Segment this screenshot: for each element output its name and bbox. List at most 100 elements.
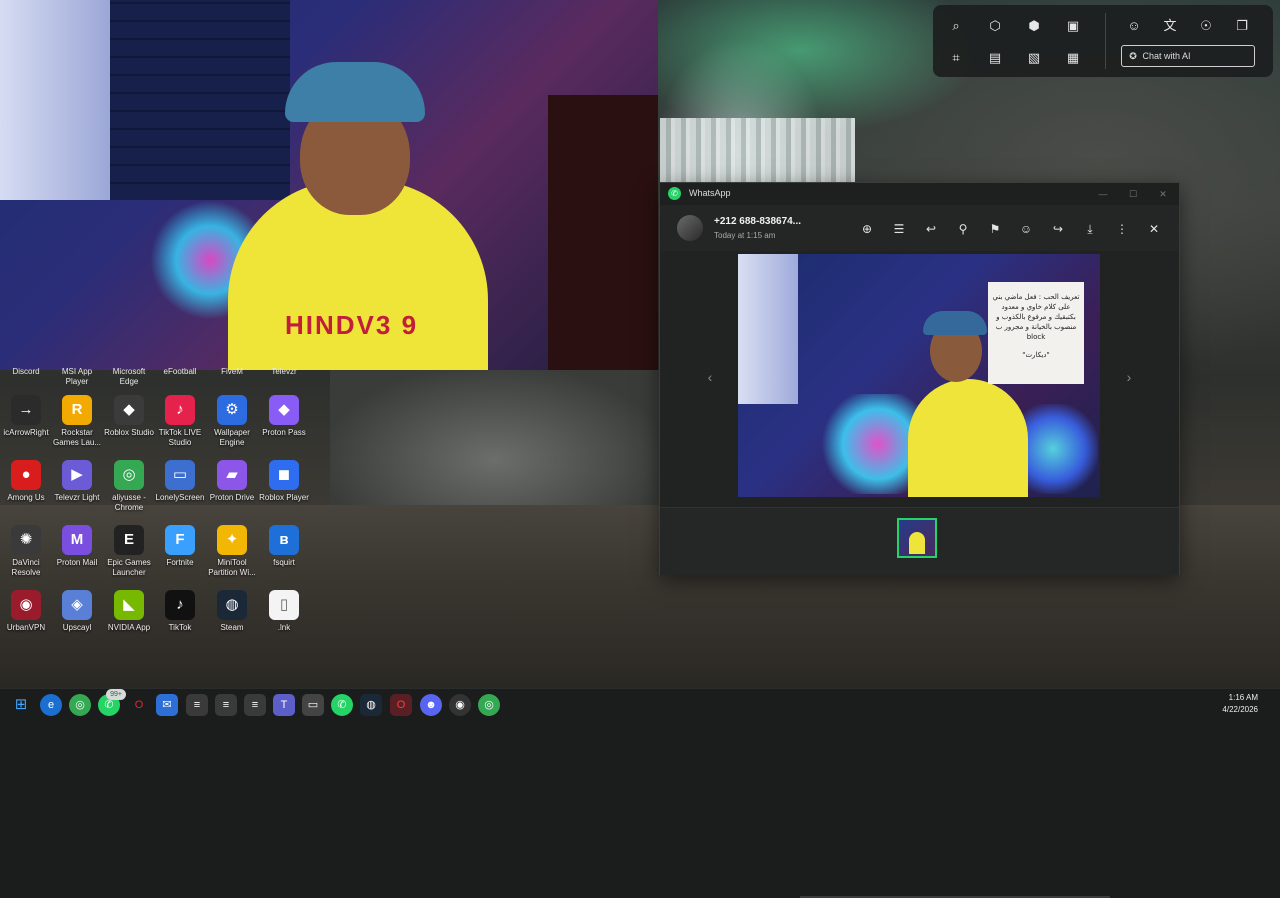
app-icon-3[interactable]: ≡ xyxy=(244,694,266,716)
contact-avatar[interactable] xyxy=(677,215,703,241)
layout-icon[interactable]: ▦ xyxy=(1060,45,1086,71)
desktop-shortcut[interactable]: E Epic Games Launcher xyxy=(103,525,155,578)
desktop-shortcut[interactable]: ◣ NVIDIA App xyxy=(103,590,155,633)
desktop-shortcut[interactable]: ♪ TikTok LIVE Studio xyxy=(154,395,206,448)
whatsapp-unread-badge: 99+ xyxy=(106,689,126,700)
desktop-shortcut[interactable]: M Proton Mail xyxy=(51,525,103,568)
minimize-icon[interactable]: — xyxy=(1094,186,1112,202)
desktop-shortcut[interactable]: ♪ TikTok xyxy=(154,590,206,633)
upscayl-icon: ◈ xyxy=(62,590,92,620)
desktop-shortcut[interactable]: ▭ LonelyScreen xyxy=(154,460,206,503)
search-icon[interactable]: ⌕ xyxy=(943,13,969,39)
whatsapp-titlebar[interactable]: ✆ WhatsApp — ☐ ✕ xyxy=(660,183,1179,205)
image-icon[interactable]: ▧ xyxy=(1021,45,1047,71)
desktop-shortcut-label: .lnk xyxy=(277,623,291,632)
desktop-shortcut[interactable]: ◍ Steam xyxy=(206,590,258,633)
system-clock[interactable]: 1:16 AM 4/22/2026 xyxy=(1222,692,1258,716)
chrome-profile-icon[interactable]: ◎ xyxy=(478,694,500,716)
desktop-icon-label-partial[interactable]: FiveM xyxy=(206,367,258,377)
cube-icon[interactable]: ⬡ xyxy=(982,13,1008,39)
proton-pass-icon: ◆ xyxy=(269,395,299,425)
discord-icon[interactable]: ☻ xyxy=(420,694,442,716)
whatsapp-second-icon[interactable]: ✆ xyxy=(331,694,353,716)
folder-upload-icon[interactable]: ▣ xyxy=(1060,13,1086,39)
desktop-shortcut[interactable]: ◉ UrbanVPN xyxy=(0,590,52,633)
document-icon[interactable]: ▤ xyxy=(982,45,1008,71)
bookmark-icon[interactable]: ⚑ xyxy=(985,219,1005,239)
desktop-shortcut[interactable]: ● Among Us xyxy=(0,460,52,503)
desktop-shortcut[interactable]: ✦ MiniTool Partition Wi... xyxy=(206,525,258,578)
robot-icon[interactable]: ☉ xyxy=(1193,13,1219,39)
note-text: تعريف الحب : فعل ماضي بني على كلام خاوي … xyxy=(992,293,1080,341)
next-media-icon[interactable]: › xyxy=(1121,367,1137,387)
desktop-shortcut-label: fsquirt xyxy=(273,558,295,567)
desktop-shortcut-label: aliyusse - Chrome xyxy=(112,493,146,512)
crop-icon[interactable]: ⌗ xyxy=(943,45,969,71)
desktop-shortcut-label: MiniTool Partition Wi... xyxy=(208,558,256,577)
steam-taskbar-icon[interactable]: ◍ xyxy=(360,694,382,716)
forward-icon[interactable]: ↪ xyxy=(1048,219,1068,239)
note-signature: "ديكارت" xyxy=(1022,351,1050,359)
more-options-icon[interactable]: ⋮ xyxy=(1112,219,1132,239)
cat-icon[interactable]: ☺ xyxy=(1121,13,1147,39)
windows-start-icon[interactable]: ⊞ xyxy=(10,694,32,716)
zoom-in-icon[interactable]: ⊕ xyxy=(857,219,877,239)
desktop-shortcut[interactable]: ◼ Roblox Player xyxy=(258,460,310,503)
desktop-shortcut[interactable]: ▰ Proton Drive xyxy=(206,460,258,503)
desktop-shortcut-label: TikTok LIVE Studio xyxy=(158,428,202,447)
desktop-shortcut[interactable]: ✺ DaVinci Resolve xyxy=(0,525,52,578)
translate-icon[interactable]: 文 xyxy=(1157,13,1183,39)
opera-icon[interactable]: O xyxy=(128,694,150,716)
app-icon-2[interactable]: ≡ xyxy=(215,694,237,716)
teams-icon[interactable]: T xyxy=(273,694,295,716)
desktop-icon-label-partial[interactable]: Discord xyxy=(0,367,52,377)
previous-media-icon[interactable]: ‹ xyxy=(702,367,718,387)
media-thumbnail-selected[interactable] xyxy=(897,518,937,558)
desktop-shortcut[interactable]: ◈ Upscayl xyxy=(51,590,103,633)
notes-icon[interactable]: ❐ xyxy=(1229,13,1255,39)
desktop-icon-label-partial[interactable]: eFootball xyxy=(154,367,206,377)
desktop-shortcut[interactable]: ◆ Proton Pass xyxy=(258,395,310,438)
clock-time: 1:16 AM xyxy=(1228,693,1258,702)
among-us-icon: ● xyxy=(11,460,41,490)
download-icon[interactable]: ⤓ xyxy=(1080,219,1100,239)
desktop-shortcut-label: DaVinci Resolve xyxy=(11,558,41,577)
roblox-studio-icon: ◆ xyxy=(114,395,144,425)
desktop-shortcut[interactable]: → icArrowRight xyxy=(0,395,52,438)
close-viewer-icon[interactable]: ✕ xyxy=(1144,219,1164,239)
chat-with-ai-button[interactable]: ✪ Chat with AI xyxy=(1121,45,1255,67)
capture-app-icon[interactable]: ◉ xyxy=(449,694,471,716)
desktop-shortcut[interactable]: ▯ .lnk xyxy=(258,590,310,633)
3d-box-icon[interactable]: ⬢ xyxy=(1021,13,1047,39)
desktop-shortcut[interactable]: ◆ Roblox Studio xyxy=(103,395,155,438)
pin-icon[interactable]: ⚲ xyxy=(953,219,973,239)
desktop-shortcut-label: UrbanVPN xyxy=(6,623,46,632)
contact-name[interactable]: +212 688-838674... xyxy=(714,216,801,227)
desktop-shortcut[interactable]: ▶ Televzr Light xyxy=(51,460,103,503)
go-to-message-icon[interactable]: ☰ xyxy=(889,219,909,239)
desktop-icon-label-partial[interactable]: Microsoft Edge xyxy=(103,367,155,387)
desktop-shortcut[interactable]: R Rockstar Games Lau... xyxy=(51,395,103,448)
terminal-icon[interactable]: ▭ xyxy=(302,694,324,716)
desktop-icon-label-partial[interactable]: Televzr xyxy=(258,367,310,377)
epic-games-icon: E xyxy=(114,525,144,555)
reply-icon[interactable]: ↩ xyxy=(921,219,941,239)
media-image[interactable]: تعريف الحب : فعل ماضي بني على كلام خاوي … xyxy=(738,254,1100,497)
app-icon-1[interactable]: ≡ xyxy=(186,694,208,716)
opera-gx-icon[interactable]: O xyxy=(390,694,412,716)
desktop-icon-label-partial[interactable]: MSI App Player xyxy=(51,367,103,387)
desktop-shortcut-label: Upscayl xyxy=(62,623,92,632)
desktop-shortcut[interactable]: ◎ aliyusse - Chrome xyxy=(103,460,155,513)
desktop-shortcut[interactable]: F Fortnite xyxy=(154,525,206,568)
desktop-shortcut[interactable]: ʙ fsquirt xyxy=(258,525,310,568)
emoji-react-icon[interactable]: ☺ xyxy=(1016,219,1036,239)
maximize-icon[interactable]: ☐ xyxy=(1124,186,1142,202)
desktop-shortcut[interactable]: ⚙ Wallpaper Engine xyxy=(206,395,258,448)
proton-mail-icon: M xyxy=(62,525,92,555)
window-close-icon[interactable]: ✕ xyxy=(1154,186,1172,202)
desktop-shortcut-label: Among Us xyxy=(7,493,45,502)
edge-icon[interactable]: e xyxy=(40,694,62,716)
chrome-taskbar-icon[interactable]: ◎ xyxy=(69,694,91,716)
image-curtain xyxy=(738,254,798,404)
mail-icon[interactable]: ✉ xyxy=(156,694,178,716)
